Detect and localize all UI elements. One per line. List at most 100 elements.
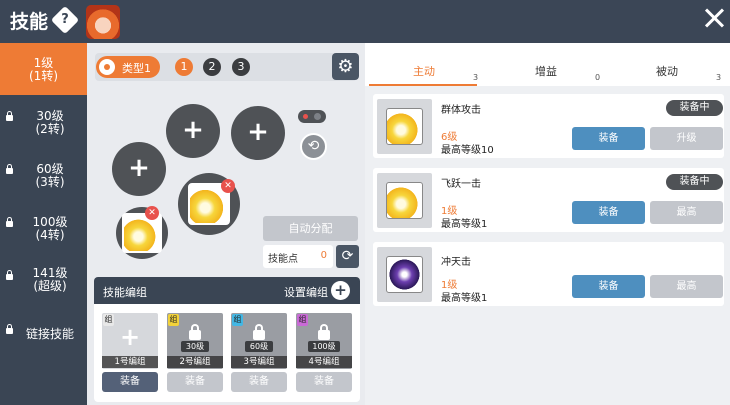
- lock-icon: [6, 324, 13, 334]
- equip-group-2-button[interactable]: 装备: [167, 372, 223, 392]
- add-group-button[interactable]: +: [331, 281, 350, 300]
- yellow-burst-icon: [122, 213, 162, 253]
- equip-group-1-button[interactable]: 装备: [102, 372, 158, 392]
- skill-icon-frame: [377, 247, 432, 302]
- required-level: 30级: [181, 341, 209, 352]
- sidebar-item-sublabel: (3转): [35, 175, 65, 189]
- set-group-label[interactable]: 设置编组: [284, 284, 328, 300]
- rotate-button[interactable]: ⟲: [300, 133, 327, 160]
- group-name: 1号编组: [102, 356, 158, 368]
- remove-icon[interactable]: ✕: [145, 206, 159, 220]
- yellow-burst-icon: [386, 182, 423, 219]
- rotate-icon: ⟲: [307, 138, 320, 154]
- empty-skill-slot[interactable]: +: [166, 104, 220, 158]
- skill-group-card-4[interactable]: 组 100级 4号编组: [296, 313, 352, 369]
- skill-max-level: 最高等级1: [441, 219, 488, 230]
- required-level: 60级: [245, 341, 273, 352]
- tab-count: 3: [716, 73, 722, 82]
- tab-count: 0: [595, 73, 601, 82]
- skill-group-title: 技能编组: [103, 286, 147, 299]
- upgrade-skill-button[interactable]: 升级: [650, 127, 723, 150]
- sidebar-item-level-60[interactable]: 60级 (3转): [0, 149, 87, 201]
- sidebar-item-level-100[interactable]: 100级 (4转): [0, 202, 87, 254]
- max-level-button[interactable]: 最高: [650, 201, 723, 224]
- equipped-badge: 装备中: [666, 100, 723, 116]
- lock-icon: [6, 164, 13, 174]
- equip-group-4-button[interactable]: 装备: [296, 372, 352, 392]
- tab-active[interactable]: 主动 3: [413, 63, 478, 82]
- auto-assign-button[interactable]: 自动分配: [263, 216, 358, 241]
- skill-icon-frame: [377, 99, 432, 154]
- tab-buff[interactable]: 增益 0: [535, 63, 600, 82]
- skill-tabs: 主动 3 增益 0 被动 3: [365, 43, 730, 86]
- close-icon[interactable]: [703, 6, 725, 30]
- header-bar: 技能 ?: [0, 0, 730, 43]
- group-name: 4号编组: [296, 356, 352, 368]
- sidebar-item-level-1[interactable]: 1级 (1转): [0, 43, 87, 95]
- slot-toggle[interactable]: [298, 110, 326, 123]
- equip-group-3-button[interactable]: 装备: [231, 372, 287, 392]
- skill-points-value: 0: [320, 250, 327, 261]
- sidebar-item-link-skills[interactable]: 链接技能: [0, 309, 87, 361]
- lock-icon: [318, 324, 330, 340]
- refresh-icon: ⟳: [341, 248, 354, 264]
- skill-card: 群体攻击 装备中 6级 最高等级10 装备 升级: [373, 94, 724, 158]
- skill-group-panel: 技能编组 设置编组 + 组 + 1号编组 装备 组 30级 2号编组 装备 组 …: [94, 277, 360, 402]
- skill-points: 技能点 0: [263, 245, 333, 268]
- type-selector-button[interactable]: 类型1: [96, 56, 160, 78]
- gear-icon: ⚙: [337, 56, 354, 77]
- group-name: 2号编组: [167, 356, 223, 368]
- yellow-slash-icon: [386, 108, 423, 145]
- reset-points-button[interactable]: ⟳: [336, 245, 359, 268]
- preset-2-button[interactable]: 2: [203, 58, 221, 76]
- skill-group-card-2[interactable]: 组 30级 2号编组: [167, 313, 223, 369]
- empty-skill-slot[interactable]: +: [112, 142, 166, 196]
- plus-icon: +: [119, 323, 141, 351]
- type-label: 类型1: [122, 62, 151, 75]
- skill-group-card-1[interactable]: 组 + 1号编组: [102, 313, 158, 369]
- tab-label: 主动: [413, 65, 435, 78]
- equip-skill-button[interactable]: 装备: [572, 201, 645, 224]
- tab-label: 被动: [656, 65, 678, 78]
- preset-3-button[interactable]: 3: [232, 58, 250, 76]
- skill-card: 冲天击 1级 最高等级1 装备 最高: [373, 242, 724, 306]
- avatar[interactable]: [86, 5, 120, 39]
- settings-button[interactable]: ⚙: [332, 53, 359, 80]
- lock-icon: [189, 324, 201, 340]
- lock-icon: [6, 111, 13, 121]
- equip-skill-button[interactable]: 装备: [572, 127, 645, 150]
- skill-name: 飞跃一击: [441, 179, 481, 190]
- radio-icon: [99, 59, 115, 75]
- sidebar-item-level-30[interactable]: 30级 (2转): [0, 96, 87, 148]
- group-name: 3号编组: [231, 356, 287, 368]
- skill-max-level: 最高等级1: [441, 293, 488, 304]
- empty-skill-slot[interactable]: +: [231, 106, 285, 160]
- max-level-button[interactable]: 最高: [650, 275, 723, 298]
- sidebar-item-sublabel: (1转): [29, 69, 58, 83]
- equipped-skill-slot[interactable]: [116, 207, 168, 259]
- skill-name: 群体攻击: [441, 105, 481, 116]
- group-tag: 组: [297, 314, 308, 326]
- sidebar-item-level-141[interactable]: 141级 (超级): [0, 255, 87, 307]
- skill-max-level: 最高等级10: [441, 145, 494, 156]
- skill-icon-frame: [377, 173, 432, 228]
- help-button[interactable]: ?: [50, 5, 80, 35]
- skill-card: 飞跃一击 装备中 1级 最高等级1 装备 最高: [373, 168, 724, 232]
- lock-icon: [253, 324, 265, 340]
- preset-1-button[interactable]: 1: [175, 58, 193, 76]
- tab-passive[interactable]: 被动 3: [656, 63, 721, 82]
- group-tag: 组: [232, 314, 243, 326]
- equipped-badge: 装备中: [666, 174, 723, 190]
- group-tag: 组: [168, 314, 179, 326]
- skill-group-card-3[interactable]: 组 60级 3号编组: [231, 313, 287, 369]
- lock-icon: [6, 270, 13, 280]
- sidebar-item-sublabel: (2转): [35, 122, 65, 136]
- equip-skill-button[interactable]: 装备: [572, 275, 645, 298]
- skill-name: 冲天击: [441, 257, 471, 268]
- lock-icon: [6, 217, 13, 227]
- sidebar-item-label: 链接技能: [25, 327, 74, 341]
- remove-icon[interactable]: ✕: [221, 179, 235, 193]
- question-icon: ?: [61, 12, 69, 27]
- purple-strike-icon: [386, 256, 423, 293]
- sidebar-item-sublabel: (超级): [33, 279, 67, 293]
